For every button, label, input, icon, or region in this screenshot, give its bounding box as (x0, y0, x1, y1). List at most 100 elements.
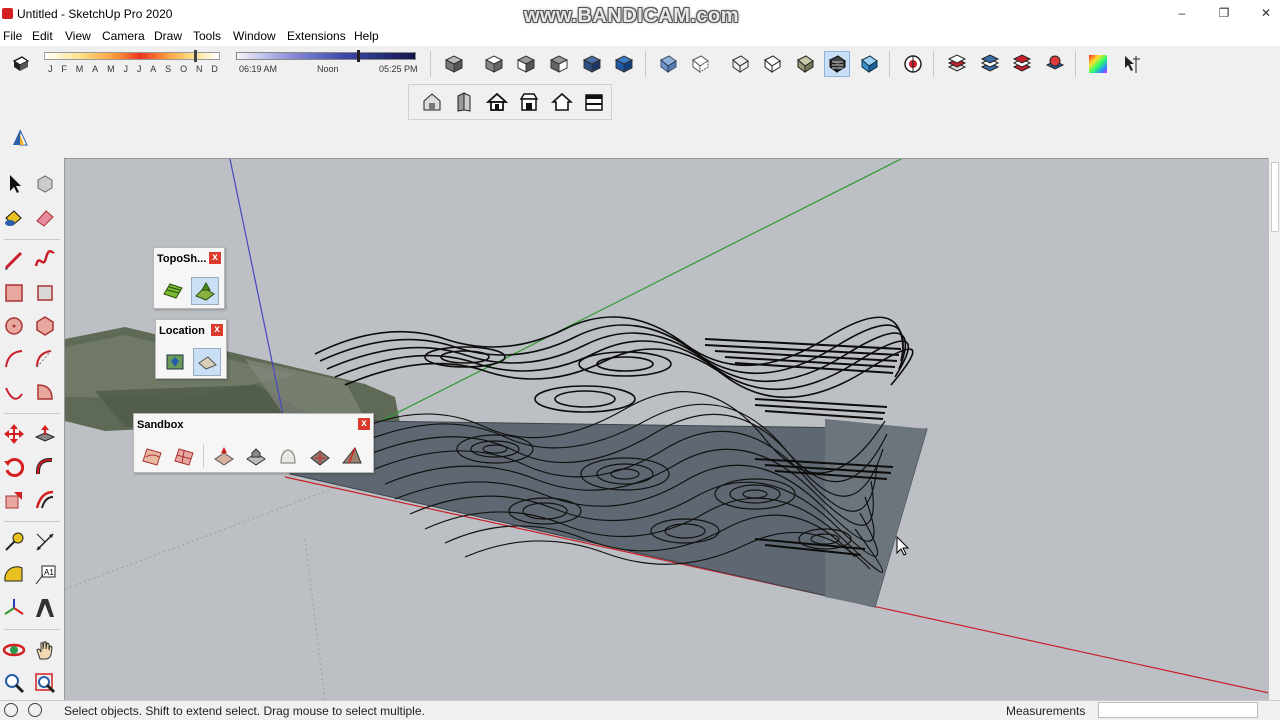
menu-file[interactable]: File (3, 29, 22, 43)
time-slider-thumb[interactable] (357, 50, 360, 62)
measurements-input[interactable] (1098, 702, 1258, 718)
add-detail-button[interactable] (306, 442, 334, 470)
drape-button[interactable] (274, 442, 302, 470)
layer-stack-button[interactable] (977, 51, 1003, 77)
extension-warehouse-button[interactable] (900, 51, 926, 77)
house-outline-button[interactable] (549, 89, 575, 115)
wireframe-style-button[interactable] (727, 51, 753, 77)
topo-grid-button[interactable] (191, 277, 219, 305)
move-tool-button[interactable] (0, 420, 28, 448)
back-view-button[interactable] (579, 51, 605, 77)
shadow-icon (12, 56, 30, 71)
shaded-texture-style-button[interactable] (824, 51, 850, 77)
zoom-window-button[interactable] (31, 669, 59, 697)
default-tray-strip[interactable] (1268, 158, 1280, 700)
follow-me-button[interactable] (31, 453, 59, 481)
topo-contour-button[interactable] (159, 277, 187, 305)
arc-tool-button[interactable] (0, 345, 28, 373)
polygon-tool-button[interactable] (31, 312, 59, 340)
right-view-button[interactable] (546, 51, 572, 77)
shadow-toggle-button[interactable] (8, 51, 34, 77)
toposhaper-close-button[interactable]: x (209, 252, 221, 264)
pan-tool-button[interactable] (31, 636, 59, 664)
line-tool-button[interactable] (0, 246, 28, 274)
circle-tool-button[interactable] (0, 312, 28, 340)
offset-icon (35, 490, 54, 509)
tape-measure-button[interactable] (0, 528, 28, 556)
color-picker-button[interactable] (1085, 51, 1111, 77)
select-tool-button[interactable] (0, 170, 28, 198)
stamp-button[interactable] (242, 442, 270, 470)
text-tool-button[interactable]: A1 (31, 561, 59, 589)
geo-location-icon[interactable] (4, 703, 18, 717)
dimension-tool-button[interactable] (31, 528, 59, 556)
terrain-grid-icon (195, 281, 215, 301)
eraser-button[interactable] (31, 204, 59, 232)
three-point-arc-button[interactable] (0, 378, 28, 406)
shaded-style-button[interactable] (792, 51, 818, 77)
scale-tool-button[interactable] (0, 486, 28, 514)
building-icon (585, 94, 603, 111)
menu-edit[interactable]: Edit (32, 29, 53, 43)
zoom-tool-button[interactable] (0, 669, 28, 697)
flip-edge-button[interactable] (338, 442, 366, 470)
month-labels: JFM AMJ JAS OND (48, 64, 218, 74)
restore-button[interactable]: ❐ (1212, 4, 1236, 22)
menu-draw[interactable]: Draw (154, 29, 182, 43)
top-view-button[interactable] (481, 51, 507, 77)
left-view-button[interactable] (611, 51, 637, 77)
two-point-arc-button[interactable] (31, 345, 59, 373)
orbit-tool-button[interactable] (0, 636, 28, 664)
axes-tool-button[interactable] (0, 594, 28, 622)
add-location-button[interactable] (161, 348, 189, 376)
wall-button[interactable] (451, 89, 477, 115)
freehand-tool-button[interactable] (31, 246, 59, 274)
menu-extensions[interactable]: Extensions (287, 29, 346, 43)
rectangle-tool-button[interactable] (0, 279, 28, 307)
toggle-terrain-button[interactable] (193, 348, 221, 376)
from-contours-button[interactable] (138, 442, 166, 470)
minimize-button[interactable]: – (1170, 4, 1194, 22)
make-component-button[interactable] (31, 170, 59, 198)
time-slider[interactable] (236, 52, 416, 60)
hidden-line-style-button[interactable] (759, 51, 785, 77)
push-pull-button[interactable] (31, 420, 59, 448)
menu-window[interactable]: Window (233, 29, 276, 43)
offset-tool-button[interactable] (31, 486, 59, 514)
location-close-button[interactable]: x (211, 324, 223, 336)
front-view-button[interactable] (513, 51, 539, 77)
pie-tool-button[interactable] (31, 378, 59, 406)
paint-bucket-button[interactable] (0, 204, 28, 232)
rotated-rectangle-button[interactable] (31, 279, 59, 307)
menu-help[interactable]: Help (354, 29, 379, 43)
layer-red-button[interactable] (1009, 51, 1035, 77)
protractor-button[interactable] (0, 561, 28, 589)
section-plane-button[interactable] (7, 125, 33, 151)
orbit-icon (2, 643, 26, 657)
menu-camera[interactable]: Camera (102, 29, 145, 43)
from-scratch-button[interactable] (170, 442, 198, 470)
house-3d-button[interactable] (419, 89, 445, 115)
smoove-button[interactable] (210, 442, 238, 470)
layer-globe-button[interactable] (1042, 51, 1068, 77)
sandbox-close-button[interactable]: x (358, 418, 370, 430)
roof-button[interactable] (516, 89, 542, 115)
menu-tools[interactable]: Tools (193, 29, 221, 43)
layer-manager-button[interactable] (944, 51, 970, 77)
back-edges-style-button[interactable] (687, 51, 713, 77)
rotate-tool-button[interactable] (0, 453, 28, 481)
credits-icon[interactable] (28, 703, 42, 717)
xray-style-button[interactable] (655, 51, 681, 77)
default-tray-tab[interactable] (1271, 162, 1279, 232)
month-slider-thumb[interactable] (194, 50, 197, 62)
iso-view-button[interactable] (441, 51, 467, 77)
drawing-area[interactable]: TopoSh... x Location x Sandbox x (64, 158, 1268, 700)
monochrome-style-button[interactable] (856, 51, 882, 77)
pointer-axes-button[interactable] (1118, 51, 1144, 77)
building-button[interactable] (581, 89, 607, 115)
menu-view[interactable]: View (65, 29, 91, 43)
3d-text-button[interactable] (31, 594, 59, 622)
house-button[interactable] (484, 89, 510, 115)
close-button[interactable]: ✕ (1254, 4, 1278, 22)
green-axis (364, 159, 902, 430)
